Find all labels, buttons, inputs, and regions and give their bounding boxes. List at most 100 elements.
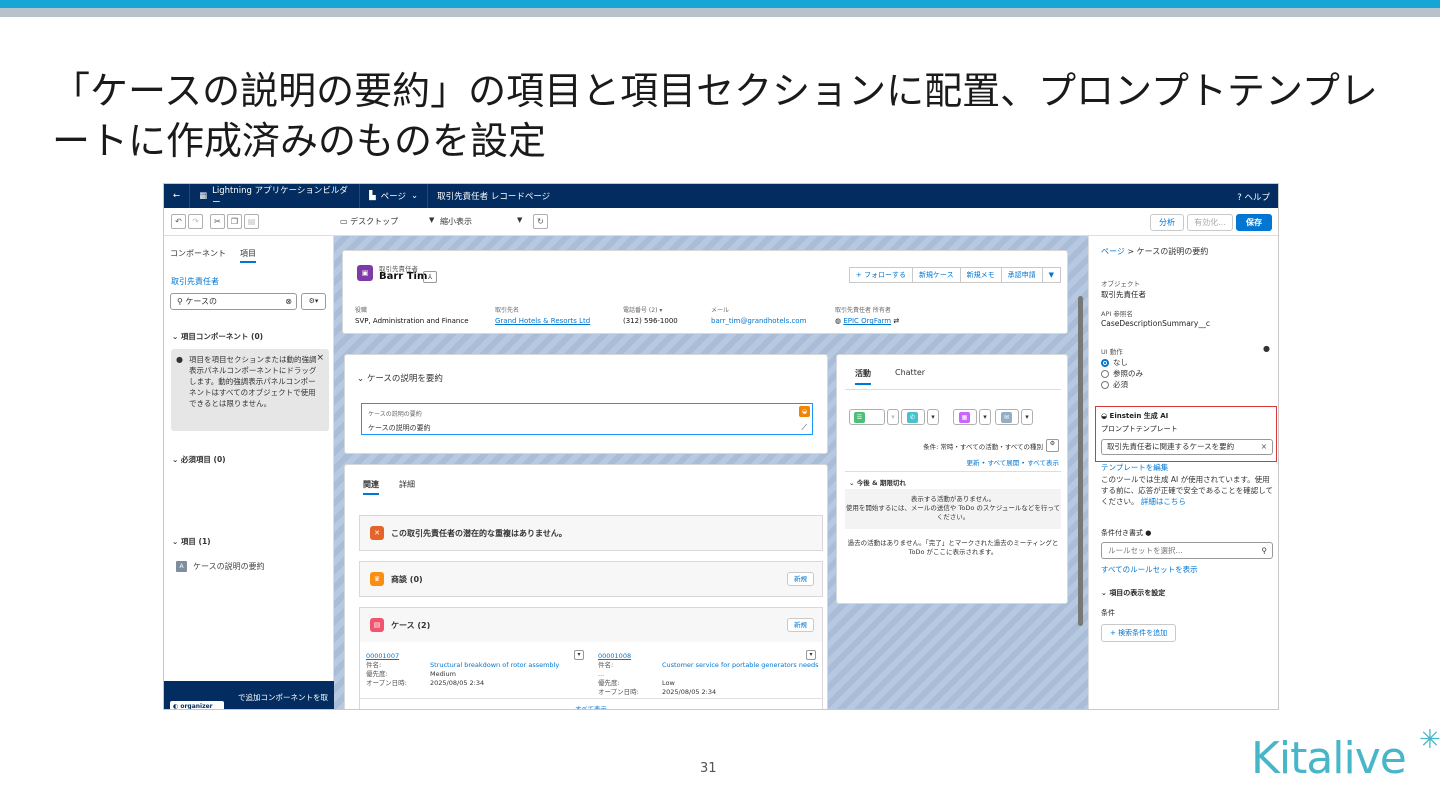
section-field-components[interactable]: ⌄ 項目コンポーネント (0) [172, 331, 263, 342]
settings-gear-icon[interactable]: ⚙▾ [301, 293, 326, 310]
details-link[interactable]: 詳細はこちら [1141, 497, 1186, 506]
case-2-menu-icon[interactable]: ▾ [806, 650, 816, 660]
chevron-down-icon[interactable]: ▾ [659, 307, 662, 314]
device-select[interactable]: ▭ デスクトップ [340, 216, 398, 227]
info-icon[interactable]: ● [1263, 344, 1270, 353]
page-menu[interactable]: ▙ ページ ⌄ [360, 184, 429, 208]
case-item-2[interactable]: 00001008 件名: Customer service for portabl… [598, 652, 822, 697]
prompt-template-input[interactable]: 取引先責任者に関連するケースを要約 × [1101, 439, 1273, 455]
all-rulesets-link[interactable]: すべてのルールセットを表示 [1101, 564, 1198, 575]
event-icon: ▦ [959, 412, 970, 423]
hierarchy-icon[interactable]: ⅄ [423, 271, 437, 283]
chevron-down-icon: ⌄ [172, 537, 181, 546]
no-activity-text: 表示する活動がありません。 使用を開始するには、メールの送信や ToDo のスケ… [845, 495, 1061, 521]
edit-template-link[interactable]: テンプレートを編集 [1101, 462, 1168, 473]
case-1-menu-icon[interactable]: ▾ [574, 650, 584, 660]
highlight-actions: + フォローする 新規ケース 新規メモ 承認申請 ▼ [848, 267, 1061, 283]
follow-button[interactable]: + フォローする [848, 267, 913, 283]
clear-icon[interactable]: × [1261, 440, 1267, 454]
event-more-icon[interactable]: ▾ [979, 409, 991, 425]
undo-icon[interactable]: ↶ [171, 214, 186, 229]
activity-card: 活動 Chatter ☰ ▾ ✆ ▾ ▦ ▾ ✉ ▾ 条件: 常時・すべての活動… [836, 354, 1068, 604]
approval-button[interactable]: 承認申請 [1000, 267, 1043, 283]
section-fields[interactable]: ⌄ 項目 (1) [172, 536, 211, 547]
more-actions-icon[interactable]: ▼ [1041, 267, 1061, 283]
breadcrumb-page[interactable]: ページ [1101, 247, 1125, 256]
section-required[interactable]: ⌄ 必須項目 (0) [172, 454, 226, 465]
einstein-icon: ◒ [1101, 412, 1110, 420]
field-section-case-summary[interactable]: ⌄ ケースの説明を要約 ケースの説明の要約 ケースの説明の要約 ◒ ⟋ [344, 354, 828, 454]
upcoming-header[interactable]: ⌄ 今後 & 期限切れ [849, 477, 906, 487]
analyze-button[interactable]: 分析 [1150, 214, 1184, 231]
section-header[interactable]: ⌄ ケースの説明を要約 [357, 372, 443, 384]
object-value: 取引先責任者 [1101, 290, 1146, 299]
save-button[interactable]: 保存 [1236, 214, 1272, 231]
refresh-icon[interactable]: ↻ [533, 214, 548, 229]
activity-filter-text: 条件: 常時・すべての活動・すべての種別 [923, 443, 1043, 451]
visibility-section[interactable]: ⌄ 項目の表示を設定 [1101, 588, 1165, 598]
cut-icon[interactable]: ✂ [210, 214, 225, 229]
opportunities-card: ♛ 商談 (0) 新規 [359, 561, 823, 597]
copy-icon[interactable]: ❐ [227, 214, 242, 229]
field-search-input[interactable]: ⚲ ケースの ⊗ [170, 293, 297, 310]
crown-icon: ♛ [370, 572, 384, 586]
case-item-1[interactable]: 00001007 件名: Structural breakdown of roto… [366, 652, 559, 688]
tab-chatter[interactable]: Chatter [895, 368, 925, 385]
back-button[interactable]: ← [164, 184, 191, 208]
call-more-icon[interactable]: ▾ [927, 409, 939, 425]
no-past-activity-text: 過去の活動はありません。「完了」とマークされた過去のミーティングと ToDo が… [847, 539, 1059, 556]
filter-gear-icon[interactable]: ⚙ [1046, 439, 1059, 452]
tab-fields[interactable]: 項目 [240, 248, 256, 263]
ai-disclaimer: このツールでは生成 AI が使用されています。使用する前に、応答が正確で安全であ… [1101, 475, 1273, 506]
help-link[interactable]: ? ヘルプ [1237, 191, 1270, 203]
canvas-scrollbar[interactable] [1078, 296, 1083, 626]
redo-icon[interactable]: ↷ [188, 214, 203, 229]
api-label: API 参照名 [1101, 310, 1133, 318]
field-item-case-summary[interactable]: A ケースの説明の要約 [176, 561, 265, 572]
activate-button[interactable]: 有効化... [1187, 214, 1233, 231]
info-icon[interactable]: ● [1145, 529, 1151, 537]
new-case-button[interactable]: 新規ケース [911, 267, 961, 283]
page-number: 31 [700, 761, 717, 776]
task-icon: ☰ [854, 412, 865, 423]
zoom-select[interactable]: 縮小表示 [440, 216, 472, 227]
highlight-field-title: 役職 SVP, Administration and Finance [355, 307, 469, 325]
tabs-divider [845, 389, 1061, 390]
ruleset-search-input[interactable]: ルールセットを選択... ⚲ [1101, 542, 1273, 559]
email-more-icon[interactable]: ▾ [1021, 409, 1033, 425]
add-filter-button[interactable]: + 検索条件を追加 [1101, 624, 1177, 642]
close-icon[interactable]: × [316, 353, 324, 364]
highlights-panel[interactable]: ▣ 取引先責任者 Barr Tim ⅄ + フォローする 新規ケース 新規メモ … [342, 250, 1068, 334]
email-icon: ✉ [1001, 412, 1012, 423]
duplicate-card: ✕ この取引先責任者の潜在的な重複はありません。 [359, 515, 823, 551]
magic-wand-icon[interactable]: ⟋ [801, 423, 807, 433]
tab-components[interactable]: コンポーネント [170, 248, 226, 263]
app-builder-screenshot: ← ▦ Lightning アプリケーションビルダー ▙ ページ ⌄ 取引先責任… [163, 183, 1279, 710]
clear-icon[interactable]: ⊗ [285, 294, 292, 309]
summary-field[interactable]: ケースの説明の要約 ケースの説明の要約 ◒ ⟋ [361, 403, 813, 435]
activity-links[interactable]: 更新 • すべて展開 • すべて表示 [966, 457, 1059, 467]
radio [1101, 380, 1109, 389]
new-case-list-button[interactable]: 新規 [787, 618, 814, 632]
tab-activity[interactable]: 活動 [855, 368, 871, 385]
ui-option-none[interactable]: なし [1101, 357, 1128, 368]
task-more-icon[interactable]: ▾ [887, 409, 899, 425]
desktop-icon: ▭ [340, 217, 351, 226]
change-owner-icon[interactable]: ⇄ [893, 317, 899, 325]
ui-option-readonly[interactable]: 参照のみ [1101, 368, 1143, 379]
organizer-badge[interactable]: ◐ organizer [170, 701, 224, 709]
record-name: Barr Tim [379, 271, 428, 282]
radio [1101, 369, 1109, 378]
paste-icon[interactable]: ▤ [244, 214, 259, 229]
api-value: CaseDescriptionSummary__c [1101, 319, 1210, 328]
device-caret-icon: ▼ [429, 216, 435, 224]
chevron-down-icon: ⌄ [411, 191, 419, 201]
tab-detail[interactable]: 詳細 [399, 479, 415, 495]
tab-related[interactable]: 関連 [363, 479, 379, 495]
new-note-button[interactable]: 新規メモ [959, 267, 1002, 283]
properties-panel: ページ > ケースの説明の要約 オブジェクト 取引先責任者 API 参照名 Ca… [1088, 236, 1278, 709]
view-all-link[interactable]: すべて表示 [360, 698, 822, 709]
new-opportunity-button[interactable]: 新規 [787, 572, 814, 586]
object-link[interactable]: 取引先責任者 [171, 276, 219, 287]
ui-option-required[interactable]: 必須 [1101, 379, 1128, 390]
